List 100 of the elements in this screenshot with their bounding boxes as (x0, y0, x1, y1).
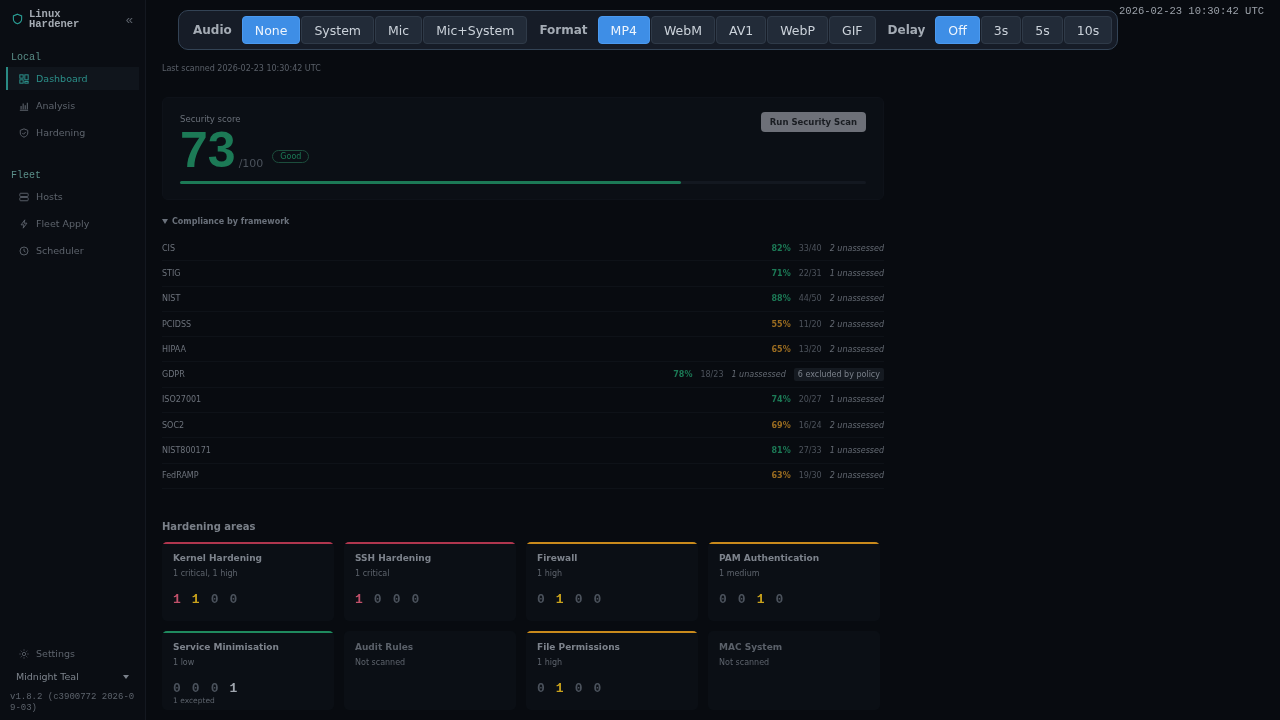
finding-count: 0 (373, 591, 382, 607)
finding-count: 0 (775, 591, 784, 607)
area-summary: 1 critical (355, 568, 391, 578)
unassessed-count: 2 unassessed (829, 420, 884, 430)
finding-count: 0 (229, 591, 238, 607)
score-value: 73 (180, 124, 236, 176)
compliance-percent: 74% (771, 395, 791, 405)
area-title: Kernel Hardening (173, 552, 264, 563)
finding-count: 0 (173, 680, 181, 696)
framework-name: STIG (162, 268, 181, 278)
finding-count: 0 (537, 591, 545, 607)
settings-icon (19, 648, 29, 659)
unassessed-count: 1 unassessed (829, 268, 884, 278)
app-name: Linux Hardener (29, 9, 80, 29)
theme-select[interactable]: Midnight Teal (10, 667, 135, 686)
compliance-percent: 81% (771, 446, 791, 455)
finding-count: 0 (191, 680, 200, 696)
nav-item[interactable]: Scheduler (6, 239, 139, 262)
finding-count: 0 (574, 680, 583, 696)
option-button[interactable]: 10s (1063, 16, 1113, 44)
pass-ratio: 20/27 (798, 395, 822, 405)
finding-count: 1 (191, 591, 200, 607)
finding-count: 0 (574, 591, 583, 607)
option-button[interactable]: 3s (980, 16, 1022, 44)
compliance-percent: 65% (771, 344, 791, 354)
finding-count: 0 (593, 680, 602, 696)
compliance-percent: 71% (771, 268, 791, 278)
score-max: /100 (238, 157, 264, 170)
area-summary: 1 medium (719, 568, 761, 578)
framework-name: CIS (162, 243, 176, 253)
option-button[interactable]: None (241, 16, 301, 44)
unassessed-count: 1 unassessed (829, 395, 884, 405)
run-scan-button[interactable]: Run Security Scan (760, 112, 866, 132)
pass-ratio: 33/40 (798, 243, 822, 253)
compliance-toggle[interactable]: Compliance by framework (162, 217, 884, 226)
unassessed-count: 2 unassessed (829, 344, 884, 354)
unassessed-count: 2 unassessed (829, 471, 884, 481)
framework-name: SOC2 (162, 420, 185, 430)
finding-count: 0 (737, 591, 746, 607)
pass-ratio: 13/20 (798, 344, 822, 354)
finding-count: 1 (229, 680, 238, 696)
option-button[interactable]: Off (935, 16, 980, 44)
framework-name: NIST (162, 294, 181, 304)
area-card[interactable]: PAM Authentication 1 medium 0 0 1 0 (708, 541, 880, 621)
option-button[interactable]: System (301, 16, 375, 44)
caret-icon (162, 219, 168, 224)
area-summary: 1 critical, 1 high (173, 568, 239, 578)
pass-ratio: 18/23 (700, 370, 724, 380)
option-button[interactable]: AV1 (715, 16, 767, 44)
option-button[interactable]: WebM (650, 16, 715, 44)
option-button[interactable]: Mic+System (423, 16, 528, 44)
nav-item[interactable]: Hardening (6, 121, 139, 144)
nav-item[interactable]: Hosts (6, 185, 139, 208)
option-button[interactable]: Mic (375, 16, 423, 44)
finding-count: 0 (537, 680, 545, 696)
pass-ratio: 22/31 (798, 268, 822, 278)
section-title: Fleet (10, 169, 42, 183)
finding-count: 0 (392, 591, 401, 607)
score-label: Security score (180, 114, 242, 124)
area-card[interactable]: File Permissions 1 high 0 1 0 0 (526, 630, 698, 710)
area-card[interactable]: SSH Hardening 1 critical 1 0 0 0 (344, 541, 516, 621)
version-text: v1.8.2 (c3900772 2026-09-03) (9, 691, 136, 714)
section-heading: Hardening areas (162, 520, 257, 532)
area-title: PAM Authentication (719, 552, 821, 563)
settings-item[interactable]: Settings (6, 642, 139, 665)
area-card[interactable]: Audit Rules Not scanned (344, 630, 516, 710)
framework-name: GDPR (162, 370, 185, 380)
unassessed-count: 2 unassessed (829, 243, 884, 253)
option-button[interactable]: 5s (1022, 16, 1063, 44)
finding-count: 1 (555, 680, 564, 696)
finding-count: 0 (411, 591, 420, 607)
nav-item[interactable]: Dashboard (6, 67, 139, 90)
pass-ratio: 27/33 (798, 446, 822, 455)
shield-check-icon (19, 127, 29, 138)
area-card[interactable]: Kernel Hardening 1 critical, 1 high 1 1 0 0 (162, 541, 334, 621)
area-card[interactable]: Firewall 1 high 0 1 0 0 (526, 541, 698, 621)
unassessed-count: 2 unassessed (829, 294, 884, 304)
unassessed-count: 1 unassessed (731, 370, 786, 380)
compliance-percent: 82% (771, 243, 791, 253)
option-label: Format (539, 23, 588, 37)
option-label: Delay (887, 23, 926, 37)
lightning-icon (19, 218, 29, 229)
unassessed-count: 2 unassessed (829, 319, 884, 329)
compliance-percent: 88% (771, 294, 791, 304)
bar-chart-icon (19, 100, 29, 111)
finding-count: 1 (173, 591, 181, 607)
framework-name: ISO27001 (162, 395, 202, 405)
caret-icon (123, 674, 129, 679)
nav-item[interactable]: Fleet Apply (6, 212, 139, 235)
area-card[interactable]: MAC System Not scanned (708, 630, 880, 710)
last-scanned-text: Last scanned 2026-02-23 10:30:42 UTC (162, 64, 322, 73)
area-title: SSH Hardening (355, 552, 433, 563)
option-button[interactable]: MP4 (597, 16, 650, 44)
collapse-button[interactable]: « (119, 11, 139, 27)
finding-count: 1 (355, 591, 363, 607)
option-button[interactable]: WebP (767, 16, 828, 44)
finding-count: 0 (719, 591, 727, 607)
pass-ratio: 44/50 (798, 294, 822, 304)
nav-item[interactable]: Analysis (6, 94, 139, 117)
option-button[interactable]: GIF (829, 16, 876, 44)
